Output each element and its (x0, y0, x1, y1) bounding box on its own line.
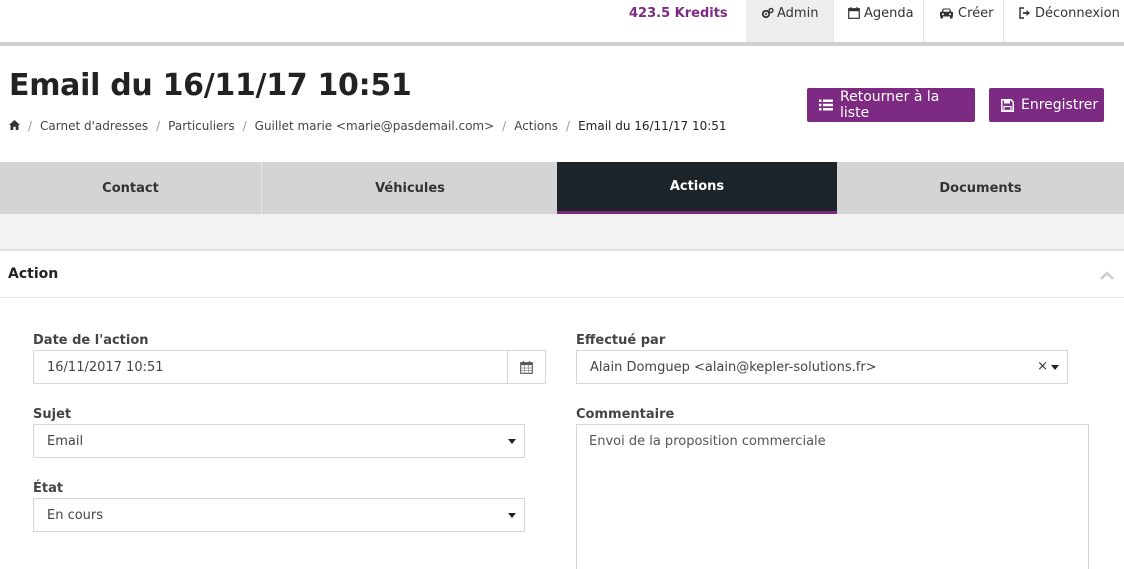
breadcrumb-separator: / (566, 119, 571, 133)
save-label: Enregistrer (1021, 97, 1099, 113)
strip-divider (0, 249, 1124, 251)
nav-agenda[interactable]: Agenda (833, 0, 923, 42)
breadcrumb-particuliers[interactable]: Particuliers (168, 119, 234, 133)
breadcrumb-separator: / (242, 119, 247, 133)
tab-contact[interactable]: Contact (0, 162, 262, 214)
date-label: Date de l'action (33, 333, 149, 348)
tab-actions[interactable]: Actions (557, 162, 837, 214)
tab-vehicules[interactable]: Véhicules (263, 162, 557, 214)
car-icon (938, 6, 955, 20)
calendar-icon (847, 6, 861, 20)
floppy-icon (1001, 98, 1014, 112)
kredits-balance: 423.5 Kredits (629, 6, 728, 21)
breadcrumb-separator: / (156, 119, 161, 133)
nav-admin-label: Admin (777, 6, 819, 21)
etat-label: État (33, 481, 64, 496)
effectue-select[interactable]: Alain Domguep <alain@kepler-solutions.fr… (576, 350, 1068, 384)
top-bar: 423.5 Kredits Admin Agenda Créer Déconne… (0, 0, 1124, 42)
breadcrumb-carnet[interactable]: Carnet d'adresses (40, 119, 148, 133)
breadcrumb-current: Email du 16/11/17 10:51 (578, 119, 727, 133)
panel-divider (0, 297, 1124, 298)
breadcrumb-separator: / (28, 119, 33, 133)
breadcrumb: / Carnet d'adresses / Particuliers / Gui… (9, 119, 727, 133)
commentaire-textarea[interactable]: Envoi de la proposition commerciale (576, 424, 1089, 569)
nav-creer-label: Créer (958, 6, 994, 21)
etat-value: En cours (47, 507, 104, 523)
tab-content-strip (0, 214, 1124, 250)
sign-out-icon (1018, 6, 1032, 20)
sujet-label: Sujet (33, 407, 72, 422)
caret-down-icon (508, 439, 516, 444)
topbar-divider (0, 42, 1124, 46)
etat-select[interactable]: En cours (33, 498, 525, 532)
breadcrumb-actions[interactable]: Actions (514, 119, 558, 133)
caret-down-icon (1051, 365, 1059, 370)
nav-creer[interactable]: Créer (923, 0, 1003, 42)
home-icon[interactable] (9, 119, 20, 133)
save-button[interactable]: Enregistrer (989, 88, 1104, 122)
tab-documents[interactable]: Documents (837, 162, 1124, 214)
date-input[interactable]: 16/11/2017 10:51 (33, 350, 546, 384)
effectue-label: Effectué par (576, 333, 666, 348)
nav-admin[interactable]: Admin (746, 0, 833, 42)
list-icon (819, 99, 833, 111)
effectue-value: Alain Domguep <alain@kepler-solutions.fr… (590, 359, 877, 375)
back-to-list-label: Retourner à la liste (840, 89, 940, 121)
back-to-list-button[interactable]: Retourner à la liste (807, 88, 975, 122)
panel-title: Action (8, 266, 59, 282)
sujet-select[interactable]: Email (33, 424, 525, 458)
sujet-value: Email (47, 433, 84, 449)
gears-icon (760, 6, 774, 20)
page-title: Email du 16/11/17 10:51 (9, 68, 412, 103)
chevron-up-icon[interactable] (1099, 268, 1115, 284)
nav-deconnexion-label: Déconnexion (1035, 6, 1120, 21)
clear-icon[interactable]: × (1037, 359, 1048, 374)
tab-bar: Contact Véhicules Actions Documents (0, 162, 1124, 214)
nav-agenda-label: Agenda (864, 6, 914, 21)
date-value: 16/11/2017 10:51 (47, 359, 164, 375)
calendar-icon[interactable] (507, 351, 545, 383)
breadcrumb-contact[interactable]: Guillet marie <marie@pasdemail.com> (255, 119, 495, 133)
commentaire-value: Envoi de la proposition commerciale (589, 434, 826, 449)
nav-deconnexion[interactable]: Déconnexion (1003, 0, 1124, 42)
breadcrumb-separator: / (502, 119, 507, 133)
commentaire-label: Commentaire (576, 407, 675, 422)
caret-down-icon (508, 513, 516, 518)
